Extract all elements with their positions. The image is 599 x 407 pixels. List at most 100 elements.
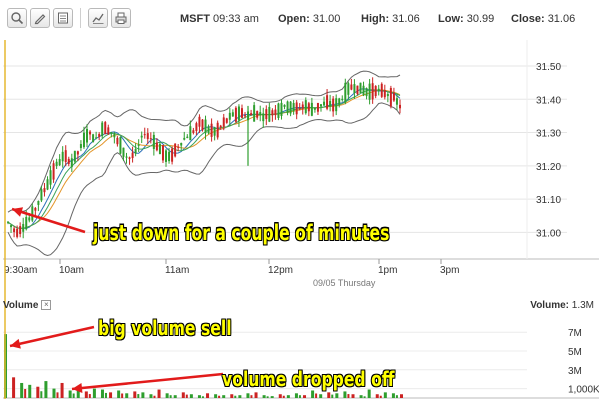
volume-bar [125,393,129,398]
candle-body [332,98,335,112]
volume-bar [351,394,355,398]
candle-body [155,142,158,151]
zoom-button[interactable] [7,8,27,28]
annotation-volume-dropped: volume dropped off [222,368,395,392]
volume-bar [335,393,339,398]
candle-body [192,130,195,133]
candle-body [52,163,55,180]
candle-body [283,104,286,107]
low-label: Low: [438,13,464,25]
candle-body [307,103,310,112]
candle-body [368,83,371,100]
candle-body [149,138,152,140]
candle-body [37,200,40,205]
volume-bar [383,392,387,398]
candle-body [365,88,368,97]
volume-panel-header: Volume × Volume: 1.3M [0,299,599,317]
volume-bar [133,391,137,398]
open-label: Open: [278,13,310,25]
candle-body [323,101,326,106]
candle-body [347,83,350,95]
page-button[interactable] [53,8,73,28]
candle-body [210,123,213,137]
zoom-icon [11,12,24,25]
candle-body [134,149,137,154]
price-tick-label: 31.40 [536,95,561,106]
candle-body [271,110,274,116]
candle-body [237,106,240,121]
volume-bar [109,392,113,398]
price-tick-label: 31.20 [536,162,561,173]
candle-body [362,85,365,96]
candle-body [377,88,380,91]
volume-bar [327,392,331,398]
volume-total: Volume: 1.3M [530,300,594,311]
candle-body [43,188,46,193]
volume-bar [173,395,177,398]
chart-button[interactable] [88,8,108,28]
quote-open: Open: 31.00 [278,13,340,25]
candle-body [304,100,307,114]
volume-tick-label: 1,000K [568,385,599,396]
candle-body [79,144,82,148]
volume-tab[interactable]: Volume × [3,300,52,311]
volume-bar [230,394,234,398]
time-tick-label: 1pm [378,265,397,276]
candle-body [280,102,283,116]
candle-body [313,107,316,110]
candle-body [219,125,222,128]
volume-bar [68,390,72,398]
candle-body [119,136,122,154]
draw-button[interactable] [30,8,50,28]
candle-body [70,158,73,168]
volume-bar [234,395,237,398]
candle-body [240,108,243,118]
volume-bar [266,396,269,398]
volume-bar [141,392,145,398]
time-tick-label: 11am [165,265,189,276]
candle-body [73,150,76,162]
close-label: Close: [511,13,545,25]
candle-body [28,217,31,221]
candle-body [116,137,119,145]
candle-body [55,161,58,167]
volume-bar [185,394,188,398]
volume-bar [379,395,382,398]
candle-body [158,143,161,155]
candle-body [374,85,377,97]
volume-bar [294,393,298,398]
volume-bar [254,392,258,398]
candle-body [19,226,22,235]
candle-body [168,151,171,162]
candle-body [34,207,37,211]
candle-body [326,95,329,109]
candle-body [289,101,292,114]
price-tick-label: 31.50 [536,62,561,73]
candle-body [46,179,49,190]
candle-body [392,92,395,101]
volume-bar [214,394,218,398]
volume-bar [298,395,301,398]
candle-body [341,98,344,101]
candle-body [316,103,319,112]
volume-bar [181,392,185,398]
candle-body [143,134,146,136]
volume-bar [157,389,161,398]
volume-bar [100,389,104,398]
candle-body [286,101,289,114]
close-icon[interactable]: × [41,300,52,311]
volume-bar [282,395,285,398]
candle-body [13,228,16,233]
low-value: 30.99 [466,13,495,25]
volume-bar [189,394,193,398]
candle-body [10,225,13,228]
quote-low: Low: 30.99 [438,13,494,25]
volume-bar [153,395,156,398]
print-button[interactable] [111,8,131,28]
candle-body [49,170,52,185]
volume-bar [36,386,40,398]
candle-body [234,107,237,122]
candle-body [383,90,386,98]
volume-bar [343,391,347,398]
candle-body [274,109,277,116]
